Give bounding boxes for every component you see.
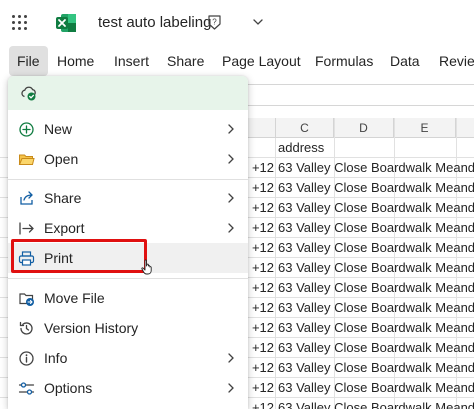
column-header-d[interactable]: D — [334, 118, 394, 138]
menu-item-label: Open — [44, 151, 79, 167]
menu-item-share[interactable]: Share — [8, 183, 248, 213]
svg-text:?: ? — [212, 18, 217, 27]
export-arrow-icon — [19, 222, 34, 235]
grid-cell[interactable]: 63 Valley Close Boardwalk Meander — [276, 178, 474, 198]
grid-cell[interactable]: 63 Valley Close Boardwalk Meander — [276, 238, 474, 258]
options-sliders-icon — [18, 382, 35, 395]
tab-file[interactable]: File — [9, 46, 48, 76]
menu-item-new[interactable]: New — [8, 114, 248, 144]
tab-review[interactable]: Review — [439, 46, 474, 76]
excel-logo — [56, 14, 76, 32]
column-header-f[interactable] — [456, 118, 474, 138]
grid-cell[interactable]: 63 Valley Close Boardwalk Meander — [276, 198, 474, 218]
grid-cell[interactable]: 63 Valley Close Boardwalk Meander — [276, 378, 474, 398]
ribbon-tabs: File Home Insert Share Page Layout Formu… — [0, 46, 474, 76]
title-bar: test auto labeling ? — [0, 0, 474, 46]
menu-item-options[interactable]: Options — [8, 373, 248, 403]
file-menu: New Open Share Export Print Move File Ve… — [8, 76, 248, 409]
grid-cell[interactable]: 63 Valley Close Boardwalk Meander — [276, 338, 474, 358]
app-launcher-icon[interactable] — [12, 15, 28, 31]
menu-item-version-history[interactable]: Version History — [8, 313, 248, 343]
tab-page-layout[interactable]: Page Layout — [222, 46, 301, 76]
cloud-saved-icon[interactable] — [20, 84, 38, 102]
tab-formulas[interactable]: Formulas — [315, 46, 373, 76]
grid-cell[interactable]: 63 Valley Close Boardwalk Meander — [276, 278, 474, 298]
menu-item-label: New — [44, 121, 73, 137]
grid-cell[interactable]: 63 Valley Close Boardwalk Meander — [276, 258, 474, 278]
chevron-right-icon — [228, 223, 234, 233]
menu-item-info[interactable]: Info — [8, 343, 248, 373]
menu-item-move-file[interactable]: Move File — [8, 283, 248, 313]
menu-item-label: Version History — [44, 320, 139, 336]
excel-window: test auto labeling ? File Home Insert Sh… — [0, 0, 474, 409]
menu-header — [8, 76, 248, 110]
menu-item-label: Share — [44, 190, 82, 206]
sensitivity-label-icon[interactable]: ? — [206, 14, 223, 31]
grid-cell[interactable]: 63 Valley Close Boardwalk Meander — [276, 298, 474, 318]
chevron-right-icon — [228, 383, 234, 393]
chevron-right-icon — [228, 154, 234, 164]
tab-data[interactable]: Data — [390, 46, 420, 76]
tab-share[interactable]: Share — [167, 46, 204, 76]
grid-cell[interactable]: 63 Valley Close Boardwalk Meander — [276, 318, 474, 338]
column-header-e[interactable]: E — [394, 118, 456, 138]
tab-home[interactable]: Home — [57, 46, 94, 76]
formula-bar[interactable] — [240, 84, 474, 106]
tab-insert[interactable]: Insert — [114, 46, 149, 76]
open-folder-icon — [18, 154, 35, 165]
move-file-icon — [19, 293, 34, 306]
version-history-icon — [19, 321, 33, 335]
chevron-right-icon — [228, 193, 234, 203]
menu-item-label: Info — [44, 350, 68, 366]
grid-cell[interactable]: 63 Valley Close Boardwalk Meander — [276, 158, 474, 178]
new-circle-plus-icon — [19, 122, 34, 137]
grid-cell[interactable]: address — [276, 138, 474, 158]
menu-item-open[interactable]: Open — [8, 144, 248, 174]
grid-cell[interactable]: 63 Valley Close Boardwalk Meander — [276, 218, 474, 238]
column-header-c[interactable]: C — [276, 118, 334, 138]
info-icon — [19, 351, 34, 366]
menu-item-label: Move File — [44, 290, 105, 306]
hand-cursor-icon — [141, 259, 152, 275]
print-highlight-annotation — [11, 239, 147, 273]
share-arrow-icon — [20, 191, 33, 205]
document-title[interactable]: test auto labeling — [98, 14, 211, 31]
chevron-right-icon — [228, 124, 234, 134]
chevron-down-icon[interactable] — [252, 16, 264, 28]
grid-cell[interactable]: 63 Valley Close Boardwalk Meander — [276, 358, 474, 378]
chevron-right-icon — [228, 353, 234, 363]
grid-cell[interactable]: 63 Valley Close Boardwalk Meander — [276, 398, 474, 409]
menu-item-label: Options — [44, 380, 93, 396]
